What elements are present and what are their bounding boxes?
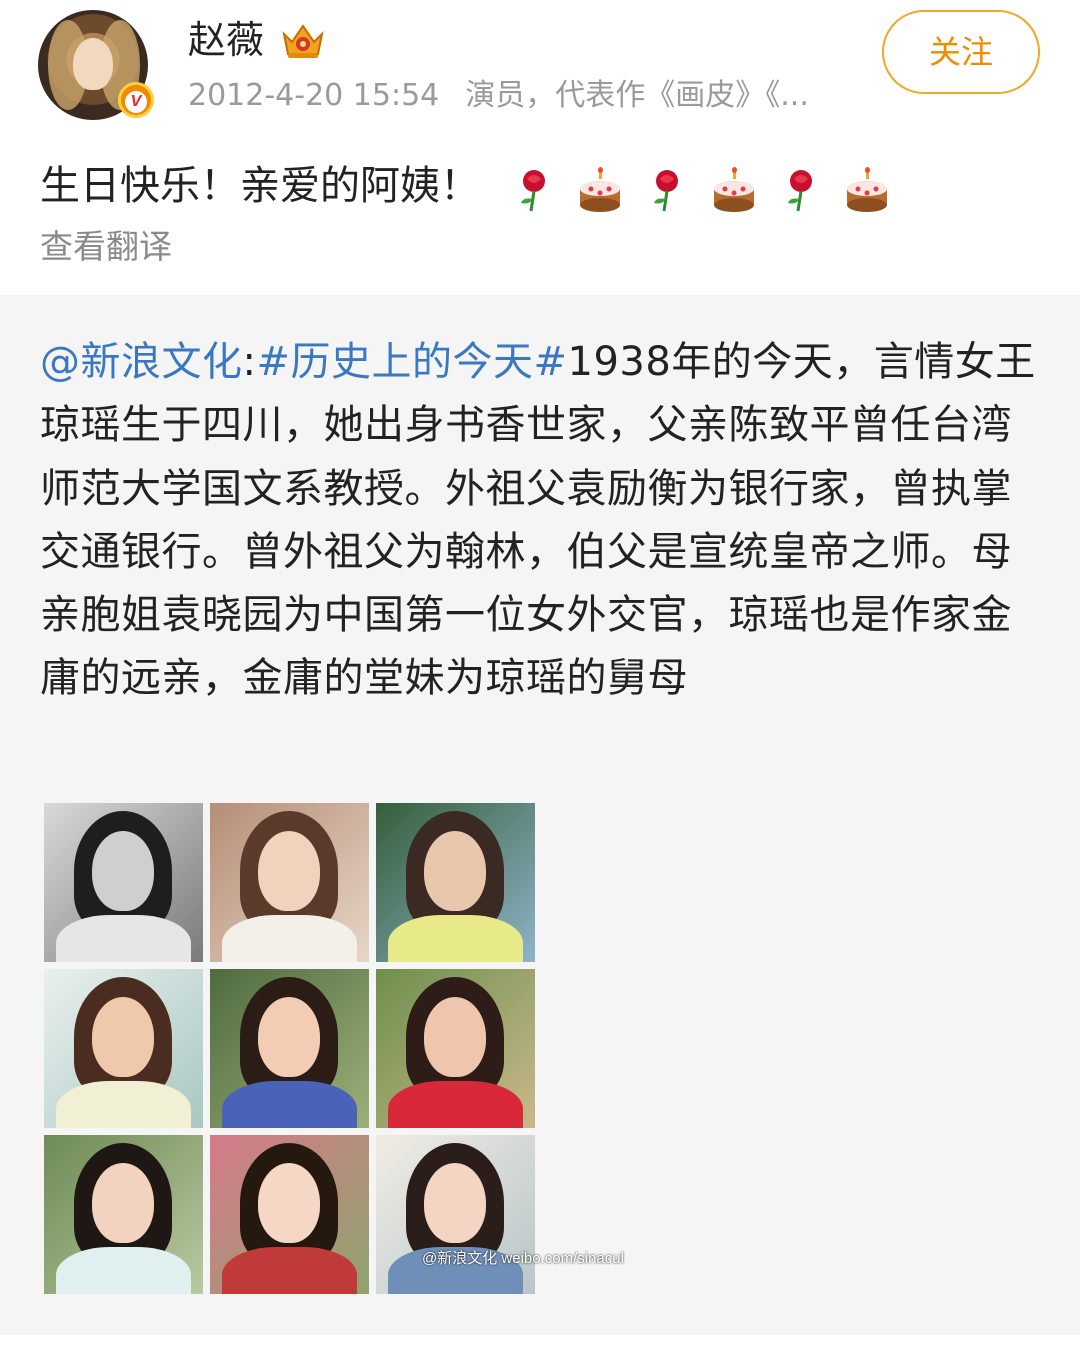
grid-image-2[interactable] xyxy=(210,803,369,962)
cake-icon xyxy=(847,167,888,212)
repost-body: 1938年的今天，言情女王琼瑶生于四川，她出身书香世家，父亲陈致平曾任台湾师范大… xyxy=(40,339,1036,702)
rose-icon xyxy=(654,170,679,212)
post-meta: 2012-4-20 15:54 演员，代表作《画皮》《... xyxy=(188,76,809,116)
topic-link[interactable]: #历史上的今天# xyxy=(256,339,567,385)
verified-badge-icon: V xyxy=(118,82,154,118)
cake-icon xyxy=(580,167,621,212)
mention-link[interactable]: @新浪文化 xyxy=(40,339,243,385)
grid-image-5[interactable] xyxy=(210,969,369,1128)
reposted-content[interactable]: @新浪文化:#历史上的今天#1938年的今天，言情女王琼瑶生于四川，她出身书香世… xyxy=(0,295,1080,1335)
grid-image-7[interactable] xyxy=(44,1135,203,1294)
post-text: 生日快乐！亲爱的阿姨！ xyxy=(40,163,480,209)
rose-icon xyxy=(787,170,812,212)
author-name[interactable]: 赵薇 xyxy=(188,16,264,64)
post-header: V 赵薇 2012-4-20 15:54 演员，代表作《画皮》《... 关注 生日… xyxy=(0,0,1080,295)
grid-image-4[interactable] xyxy=(44,969,203,1128)
grid-image-3[interactable] xyxy=(376,803,535,962)
grid-image-8[interactable] xyxy=(210,1135,369,1294)
grid-image-1[interactable] xyxy=(44,803,203,962)
emoji-row xyxy=(511,160,899,216)
image-watermark: @新浪文化 weibo.com/sinacul xyxy=(422,1250,624,1267)
grid-image-6[interactable] xyxy=(376,969,535,1128)
mention-colon: : xyxy=(242,339,257,385)
post-content: 生日快乐！亲爱的阿姨！ xyxy=(40,158,898,216)
follow-button[interactable]: 关注 xyxy=(882,10,1040,94)
grid-image-9[interactable] xyxy=(376,1135,535,1294)
repost-text: @新浪文化:#历史上的今天#1938年的今天，言情女王琼瑶生于四川，她出身书香世… xyxy=(40,331,1050,711)
translate-link[interactable]: 查看翻译 xyxy=(40,224,172,270)
image-grid[interactable]: @新浪文化 weibo.com/sinacul xyxy=(44,803,624,1297)
post-timestamp: 2012-4-20 15:54 xyxy=(188,78,440,113)
bottom-divider xyxy=(0,1335,1080,1349)
avatar-face xyxy=(73,38,113,90)
cake-icon xyxy=(713,167,754,212)
rose-icon xyxy=(520,170,545,212)
crown-icon xyxy=(282,24,324,58)
author-description: 演员，代表作《画皮》《... xyxy=(465,78,809,113)
